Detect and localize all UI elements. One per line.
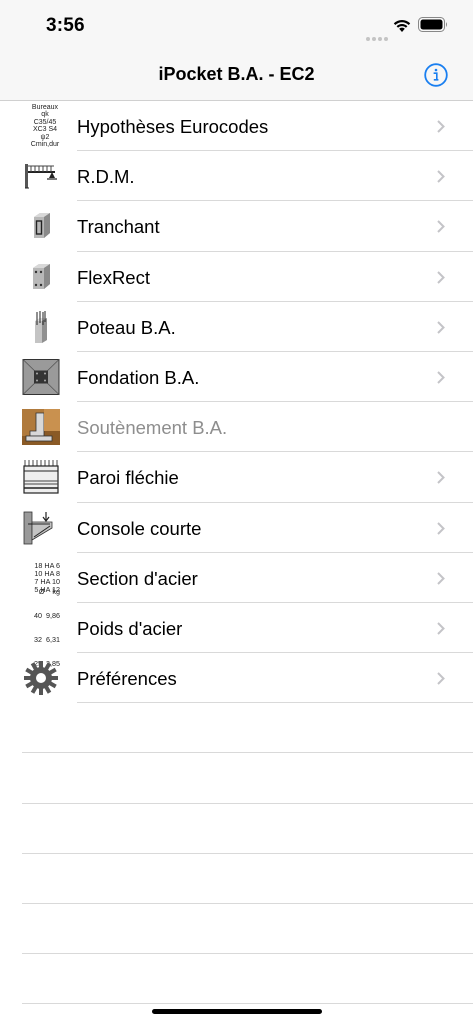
list-item-label: Préférences bbox=[77, 668, 177, 690]
list-item-label: Paroi fléchie bbox=[77, 467, 179, 489]
list-item-tranchant[interactable]: Tranchant bbox=[0, 201, 473, 252]
beam-icon bbox=[25, 164, 57, 189]
foundation-icon bbox=[22, 358, 60, 395]
gear-icon bbox=[24, 661, 58, 696]
list-item-flexrect[interactable]: FlexRect bbox=[0, 252, 473, 302]
cellular-signal-icon bbox=[366, 28, 390, 46]
list-item-rdm[interactable]: R.D.M. bbox=[0, 151, 473, 202]
icon-text: Cmin,dur bbox=[30, 141, 60, 148]
status-bar: 3:56 bbox=[0, 0, 473, 50]
home-indicator[interactable] bbox=[152, 1009, 322, 1014]
steel-weight-icon: Ø kg 40 9,86 32 6,31 25 3,85 bbox=[22, 587, 60, 667]
corbel-icon bbox=[23, 511, 53, 544]
list-item-label: Tranchant bbox=[77, 216, 160, 238]
empty-row bbox=[0, 904, 473, 955]
chevron-right-icon bbox=[437, 521, 445, 535]
icon-text: Bureaux bbox=[31, 103, 58, 111]
chevron-right-icon bbox=[437, 672, 445, 685]
deep-beam-icon bbox=[23, 460, 59, 494]
chevron-right-icon bbox=[437, 170, 445, 183]
list-item-soutenement: Soutènement B.A. bbox=[0, 402, 473, 453]
empty-row bbox=[0, 804, 473, 855]
flexrect-block-icon bbox=[33, 263, 50, 289]
list-item-label: Poteau B.A. bbox=[77, 316, 176, 338]
chevron-right-icon bbox=[437, 622, 445, 635]
empty-row bbox=[0, 703, 473, 754]
list-item-label: FlexRect bbox=[77, 266, 150, 288]
list-item-label: Fondation B.A. bbox=[77, 366, 200, 388]
chevron-right-icon bbox=[437, 120, 445, 133]
chevron-right-icon bbox=[437, 571, 445, 585]
icon-text: 32 6,31 bbox=[34, 634, 60, 644]
list-item-hypotheses-eurocodes[interactable]: Bureaux qk C35/45 XC3 S4 ψ2 Cmin,dur Hyp… bbox=[0, 101, 473, 152]
list-item-poteau[interactable]: Poteau B.A. bbox=[0, 302, 473, 353]
chevron-right-icon bbox=[437, 270, 445, 284]
wifi-icon bbox=[393, 20, 411, 32]
list-item-label: Hypothèses Eurocodes bbox=[77, 116, 269, 137]
empty-row bbox=[0, 753, 473, 804]
navigation-bar: iPocket B.A. - EC2 bbox=[0, 50, 473, 101]
list-item-label: Soutènement B.A. bbox=[77, 417, 228, 439]
list-item-console-courte[interactable]: Console courte bbox=[0, 503, 473, 553]
list-item-poids-acier[interactable]: Ø kg 40 9,86 32 6,31 25 3,85 Poids d'aci… bbox=[0, 587, 473, 667]
info-circle-icon[interactable] bbox=[424, 63, 448, 87]
page-title: iPocket B.A. - EC2 bbox=[158, 64, 315, 84]
icon-text: qk C35/45 bbox=[33, 111, 57, 126]
list-item-label: R.D.M. bbox=[77, 166, 135, 188]
list-item-paroi-flechie[interactable]: Paroi fléchie bbox=[0, 452, 473, 503]
icon-text: Ø kg bbox=[38, 586, 60, 596]
icon-text: XC3 S4 ψ2 bbox=[32, 126, 58, 141]
empty-row bbox=[0, 954, 473, 1005]
icon-text: 40 9,86 bbox=[34, 610, 60, 620]
chevron-right-icon bbox=[437, 371, 445, 384]
list-item-preferences[interactable]: Préférences bbox=[0, 653, 473, 704]
status-time: 3:56 bbox=[46, 15, 85, 36]
chevron-right-icon bbox=[437, 321, 445, 334]
shear-block-icon bbox=[34, 213, 50, 239]
list-item-section-acier[interactable]: 18 HA 6 10 HA 8 7 HA 10 5 HA 12 Section … bbox=[0, 553, 473, 604]
battery-icon bbox=[418, 17, 447, 32]
chevron-right-icon bbox=[437, 220, 445, 234]
list-item-label: Poids d'acier bbox=[77, 617, 183, 639]
chevron-right-icon bbox=[437, 471, 445, 485]
eurocode-hypotheses-icon: Bureaux qk C35/45 XC3 S4 ψ2 Cmin,dur bbox=[22, 104, 60, 149]
menu-list: Bureaux qk C35/45 XC3 S4 ψ2 Cmin,dur Hyp… bbox=[0, 101, 473, 1005]
empty-row bbox=[0, 854, 473, 905]
list-item-fondation[interactable]: Fondation B.A. bbox=[0, 352, 473, 403]
list-item-label: Console courte bbox=[77, 517, 202, 539]
column-icon bbox=[35, 310, 47, 343]
list-item-label: Section d'acier bbox=[77, 567, 198, 589]
retaining-wall-icon bbox=[22, 409, 60, 446]
